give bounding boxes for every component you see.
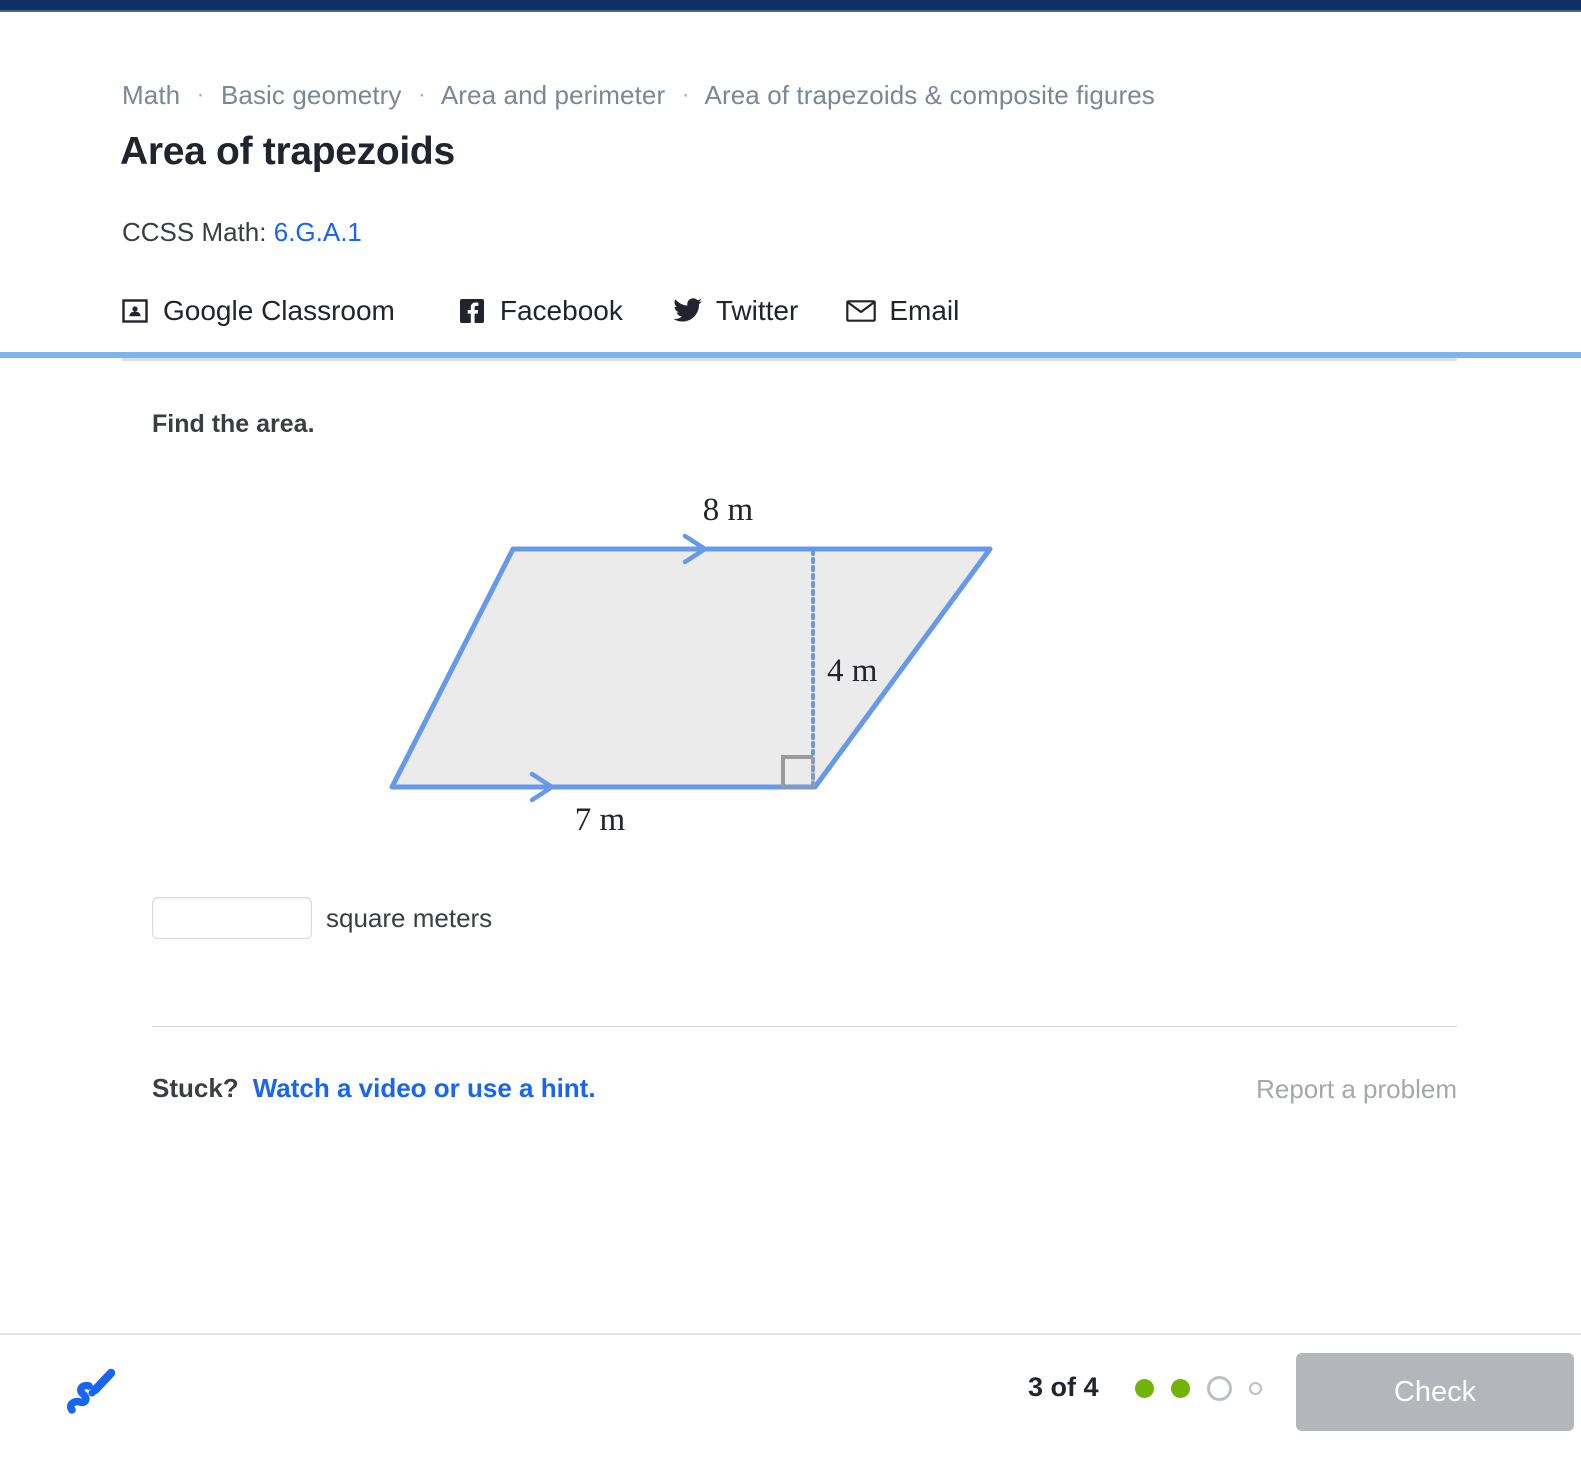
top-base-label: 8 m (703, 492, 754, 528)
breadcrumb-separator: · (681, 81, 690, 108)
answer-input[interactable] (152, 897, 312, 939)
share-email-label: Email (889, 295, 960, 326)
progress-dot-4 (1249, 1381, 1262, 1395)
exercise-card-top-edge (122, 358, 1457, 361)
ccss-code-link[interactable]: 6.G.A.1 (274, 217, 362, 247)
ccss-standard: CCSS Math: 6.G.A.1 (122, 217, 362, 248)
watch-video-or-hint-link[interactable]: Watch a video or use a hint. (253, 1073, 596, 1104)
email-icon (846, 296, 877, 326)
question-prompt: Find the area. (152, 410, 315, 438)
share-twitter-label: Twitter (715, 295, 799, 326)
page-title: Area of trapezoids (120, 130, 455, 173)
progress-dots (1135, 1372, 1279, 1404)
share-google-classroom-button[interactable]: Google Classroom (120, 295, 395, 327)
ccss-label: CCSS Math: (122, 217, 267, 247)
progress-dot-3 (1207, 1375, 1232, 1401)
breadcrumb-separator: · (417, 81, 426, 108)
breadcrumb-separator: · (196, 81, 205, 108)
share-facebook-label: Facebook (499, 295, 623, 326)
google-classroom-icon (120, 296, 150, 326)
content-divider (152, 1026, 1457, 1027)
trapezoid-figure: 8 m 7 m 4 m (340, 470, 1080, 870)
trapezoid-svg: 8 m 7 m 4 m (389, 492, 993, 838)
progress-dot-1 (1135, 1378, 1154, 1398)
twitter-icon (673, 296, 703, 326)
check-button[interactable]: Check (1296, 1353, 1574, 1431)
breadcrumb-item-area-of-trapezoids-composite-figures[interactable]: Area of trapezoids & composite figures (705, 80, 1155, 110)
report-a-problem-link[interactable]: Report a problem (1256, 1074, 1457, 1105)
share-twitter-button[interactable]: Twitter (673, 295, 798, 327)
answer-row: square meters (152, 897, 492, 939)
stuck-row: Stuck? Watch a video or use a hint. (152, 1073, 596, 1104)
bottom-base-label: 7 m (575, 802, 626, 838)
top-navigation-bar (0, 0, 1581, 12)
height-label: 4 m (827, 653, 878, 689)
share-google-classroom-label: Google Classroom (163, 295, 395, 326)
share-facebook-button[interactable]: Facebook (457, 295, 623, 327)
progress-dot-2 (1171, 1378, 1190, 1398)
breadcrumb-item-area-and-perimeter[interactable]: Area and perimeter (441, 80, 665, 110)
answer-unit-label: square meters (326, 902, 493, 933)
trapezoid-shape (389, 546, 993, 790)
stuck-label: Stuck? (152, 1073, 239, 1103)
breadcrumb-item-basic-geometry[interactable]: Basic geometry (221, 80, 402, 110)
progress-counter: 3 of 4 (1028, 1372, 1099, 1402)
share-row: Google Classroom Facebook Twitter Email (120, 288, 1007, 334)
share-email-button[interactable]: Email (846, 295, 959, 327)
khan-academy-logo[interactable] (62, 1360, 126, 1424)
breadcrumb: Math · Basic geometry · Area and perimet… (122, 80, 1155, 111)
breadcrumb-item-math[interactable]: Math (122, 80, 180, 110)
facebook-icon (457, 296, 487, 326)
